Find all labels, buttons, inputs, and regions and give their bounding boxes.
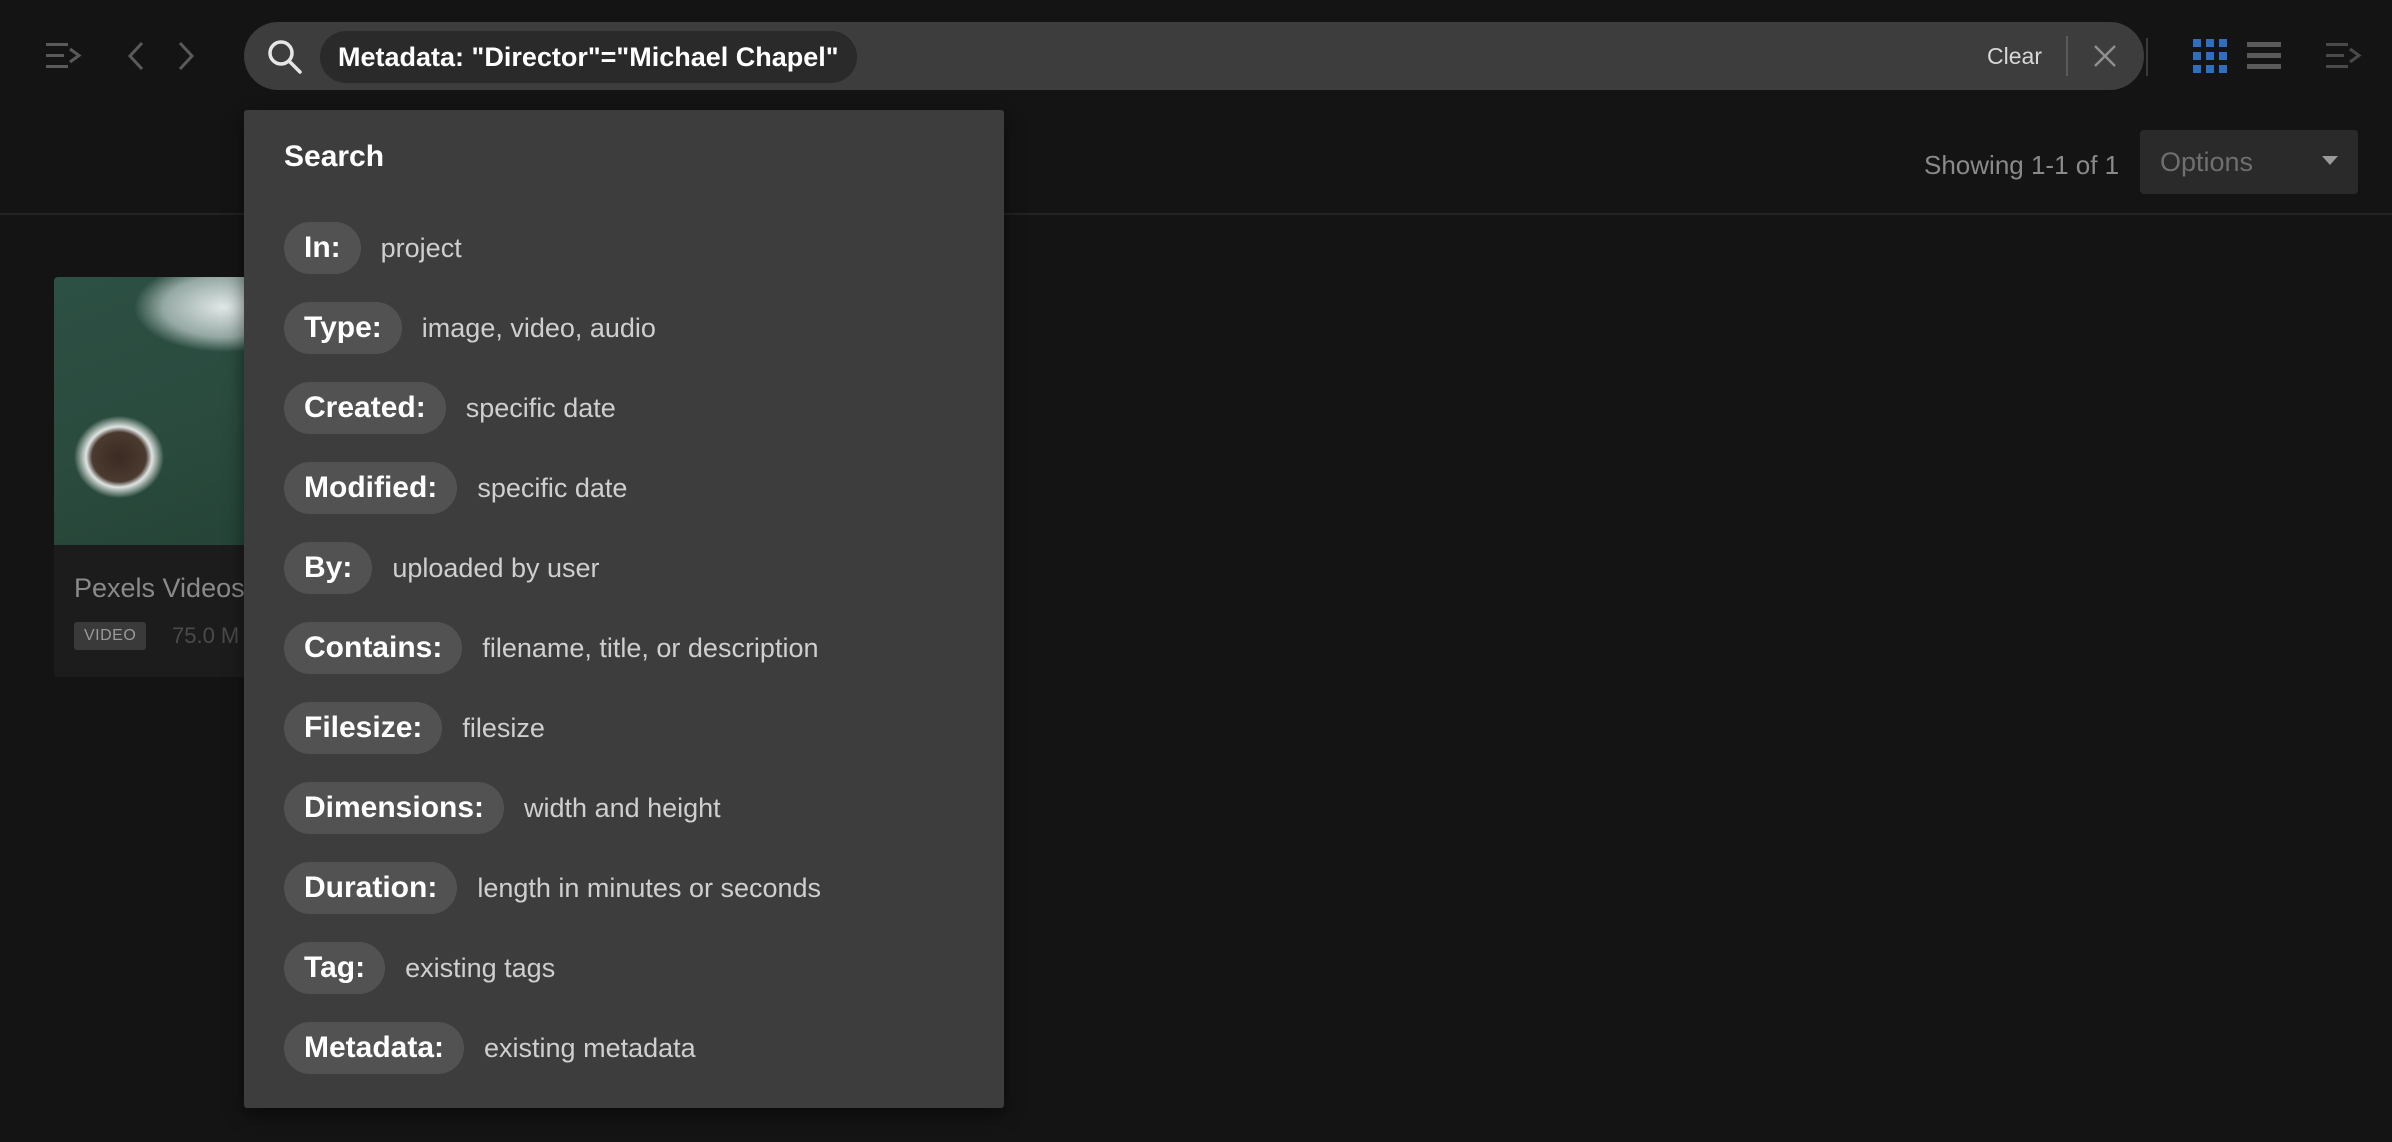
filter-option-modified[interactable]: Modified: specific date [284,462,984,514]
divider [2146,38,2148,76]
filter-option-in[interactable]: In: project [284,222,984,274]
filter-option-contains[interactable]: Contains: filename, title, or descriptio… [284,622,984,674]
search-bar[interactable]: Metadata: "Director"="Michael Chapel" Cl… [244,22,2144,90]
top-bar: Metadata: "Director"="Michael Chapel" Cl… [0,0,2392,112]
filter-key: Filesize: [284,702,443,754]
filter-description: uploaded by user [392,552,600,583]
dropdown-title: Search [284,140,385,173]
filter-option-type[interactable]: Type: image, video, audio [284,302,984,354]
filter-option-dimensions[interactable]: Dimensions: width and height [284,782,984,834]
filter-option-tag[interactable]: Tag: existing tags [284,942,984,994]
filter-key: Contains: [284,622,463,674]
filter-description: existing tags [405,952,556,983]
grid-view-icon[interactable] [2192,38,2228,74]
filter-key: Metadata: [284,1022,465,1074]
clear-button[interactable]: Clear [1987,22,2042,90]
filter-key: By: [284,542,373,594]
forward-chevron-icon[interactable] [172,36,200,76]
filter-option-filesize[interactable]: Filesize: filesize [284,702,984,754]
filter-key: Modified: [284,462,458,514]
filter-key: Created: [284,382,446,434]
filter-key: Tag: [284,942,386,994]
caret-down-icon [2322,156,2338,165]
left-panel-toggle-icon[interactable] [44,38,84,74]
filter-option-by[interactable]: By: uploaded by user [284,542,984,594]
asset-type-badge: VIDEO [74,622,147,650]
asset-title: Pexels Videos [74,573,245,603]
filter-key: Duration: [284,862,458,914]
asset-size: 75.0 M [172,623,240,648]
search-icon [266,38,304,76]
results-count: Showing 1-1 of 1 [1924,150,2120,180]
filter-key: Dimensions: [284,782,505,834]
list-view-icon[interactable] [2246,38,2282,74]
search-query-chip[interactable]: Metadata: "Director"="Michael Chapel" [320,31,857,83]
filter-option-metadata[interactable]: Metadata: existing metadata [284,1022,984,1074]
right-panel-toggle-icon[interactable] [2324,38,2364,74]
filter-description: image, video, audio [421,312,656,343]
filter-description: width and height [524,792,721,823]
filter-description: filesize [462,712,545,743]
filter-option-duration[interactable]: Duration: length in minutes or seconds [284,862,984,914]
options-dropdown[interactable]: Options [2140,130,2358,194]
close-icon[interactable] [2090,41,2120,71]
filter-description: length in minutes or seconds [477,872,822,903]
back-chevron-icon[interactable] [122,36,150,76]
filter-key: Type: [284,302,402,354]
filter-description: specific date [465,392,616,423]
filter-description: specific date [477,472,628,503]
filter-list: In: project Type: image, video, audio Cr… [284,222,984,1102]
filter-description: filename, title, or description [482,632,819,663]
filter-option-created[interactable]: Created: specific date [284,382,984,434]
options-label: Options [2160,147,2254,177]
filter-key: In: [284,222,361,274]
search-suggestions-dropdown: Search In: project Type: image, video, a… [244,110,1004,1108]
filter-description: existing metadata [484,1032,696,1063]
divider [2066,36,2068,76]
filter-description: project [380,232,462,263]
